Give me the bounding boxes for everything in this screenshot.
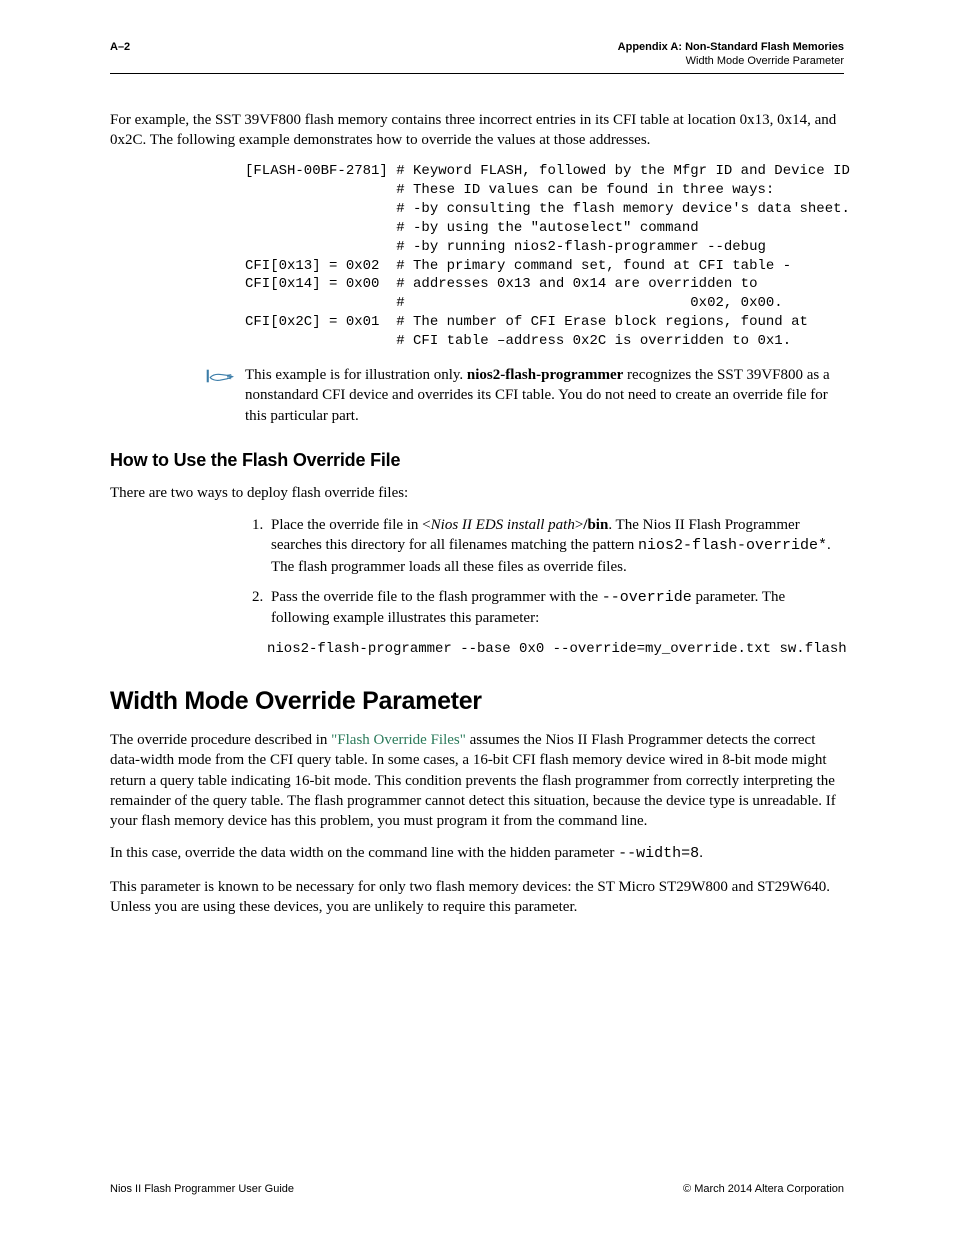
header-section: Width Mode Override Parameter xyxy=(618,54,844,68)
li1-italic: Nios II EDS install path xyxy=(431,517,575,533)
paragraph-intro: For example, the SST 39VF800 flash memor… xyxy=(110,110,844,151)
link-flash-override-files[interactable]: "Flash Override Files" xyxy=(331,732,466,748)
p4-mono: --width=8 xyxy=(618,845,699,862)
deploy-steps-list: Place the override file in <Nios II EDS … xyxy=(245,515,844,628)
p4-t1: In this case, override the data width on… xyxy=(110,845,618,861)
li2-mono: --override xyxy=(602,589,692,606)
page-footer: Nios II Flash Programmer User Guide © Ma… xyxy=(110,1183,844,1195)
header-appendix: Appendix A: Non-Standard Flash Memories xyxy=(618,40,844,54)
heading-how-to-use: How to Use the Flash Override File xyxy=(110,450,844,471)
footer-right: © March 2014 Altera Corporation xyxy=(683,1183,844,1195)
note-block: This example is for illustration only. n… xyxy=(110,365,844,426)
note-bold: nios2-flash-programmer xyxy=(467,367,623,383)
list-item: Pass the override file to the flash prog… xyxy=(267,587,844,629)
p4-t2: . xyxy=(699,845,703,861)
li2-t1: Pass the override file to the flash prog… xyxy=(271,589,602,605)
header-right: Appendix A: Non-Standard Flash Memories … xyxy=(618,40,844,69)
note-t1: This example is for illustration only. xyxy=(245,367,467,383)
footer-left: Nios II Flash Programmer User Guide xyxy=(110,1183,294,1195)
page-header: A–2 Appendix A: Non-Standard Flash Memor… xyxy=(110,40,844,73)
paragraph-width-param: In this case, override the data width on… xyxy=(110,843,844,864)
header-rule xyxy=(110,73,844,74)
paragraph-width-desc: The override procedure described in "Fla… xyxy=(110,730,844,831)
p3-t1: The override procedure described in xyxy=(110,732,331,748)
heading-width-mode: Width Mode Override Parameter xyxy=(110,687,844,716)
note-text: This example is for illustration only. n… xyxy=(245,365,844,426)
paragraph-two-ways: There are two ways to deploy flash overr… xyxy=(110,483,844,503)
li1-t1: Place the override file in < xyxy=(271,517,431,533)
list-item: Place the override file in <Nios II EDS … xyxy=(267,515,844,577)
code-flash-override-example: [FLASH-00BF-2781] # Keyword FLASH, follo… xyxy=(245,162,844,351)
code-override-param-example: nios2-flash-programmer --base 0x0 --over… xyxy=(267,640,844,659)
page-number: A–2 xyxy=(110,40,130,69)
li1-mono: nios2-flash-override* xyxy=(638,537,827,554)
li1-bold: /bin xyxy=(583,517,608,533)
note-hand-icon xyxy=(206,367,234,390)
paragraph-devices: This parameter is known to be necessary … xyxy=(110,877,844,918)
